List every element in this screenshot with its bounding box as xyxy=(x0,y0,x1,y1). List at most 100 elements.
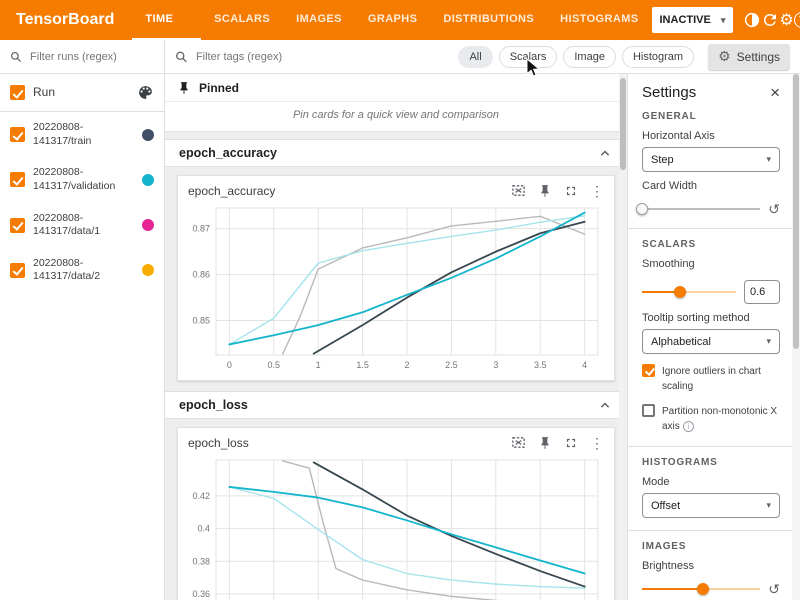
app-header: TensorBoard TIME SERIES SCALARS IMAGES G… xyxy=(0,0,800,40)
filter-tags-box xyxy=(175,50,452,64)
main-region: All Scalars Image Histogram ⚙ Settings P… xyxy=(165,40,800,600)
general-heading: GENERAL xyxy=(642,111,780,122)
help-icon[interactable]: ? xyxy=(794,6,800,34)
svg-text:3: 3 xyxy=(493,360,498,370)
run-label: 20220808-141317/data/1 xyxy=(33,212,134,239)
tab-distributions[interactable]: DISTRIBUTIONS xyxy=(430,0,547,40)
chip-image[interactable]: Image xyxy=(563,46,616,68)
more-menu-icon[interactable]: ⋮ xyxy=(590,184,604,198)
run-checkbox[interactable] xyxy=(10,127,25,142)
brightness-slider[interactable] xyxy=(642,582,760,596)
cards-scrollbar[interactable] xyxy=(619,74,627,600)
pin-card-icon[interactable] xyxy=(538,184,552,198)
pinned-header: Pinned xyxy=(165,74,627,102)
chip-histogram[interactable]: Histogram xyxy=(622,46,694,68)
partition-x-axis-checkbox[interactable] xyxy=(642,404,655,417)
theme-toggle-icon[interactable] xyxy=(743,6,761,34)
section-header-epoch-loss[interactable]: epoch_loss xyxy=(165,391,627,419)
search-icon xyxy=(10,50,22,64)
status-dropdown[interactable]: INACTIVE ▾ xyxy=(652,7,734,33)
tab-time-series[interactable]: TIME SERIES xyxy=(132,0,201,40)
horizontal-axis-label: Horizontal Axis xyxy=(642,130,780,142)
pinned-hint: Pin cards for a quick view and compariso… xyxy=(165,102,627,131)
filter-tags-input[interactable] xyxy=(196,51,453,63)
section-header-epoch-accuracy[interactable]: epoch_accuracy xyxy=(165,139,627,167)
slider-knob[interactable] xyxy=(674,286,686,298)
more-menu-icon[interactable]: ⋮ xyxy=(590,436,604,450)
section-body-epoch-loss: epoch_loss ⋮ 00.511.522.533.540.360.380.… xyxy=(165,419,627,600)
chevron-up-icon[interactable] xyxy=(597,397,613,413)
run-checkbox[interactable] xyxy=(10,218,25,233)
histograms-heading: HISTOGRAMS xyxy=(642,457,780,468)
fit-domain-icon[interactable] xyxy=(511,435,526,450)
close-icon[interactable]: × xyxy=(770,84,780,101)
epoch-accuracy-chart[interactable]: 00.511.522.533.540.850.860.87 xyxy=(178,200,610,375)
chevron-down-icon: ▾ xyxy=(766,154,771,165)
svg-text:2: 2 xyxy=(404,360,409,370)
smoothing-value-input[interactable] xyxy=(744,280,780,304)
run-row-train: 20220808-141317/train xyxy=(0,112,164,157)
horizontal-axis-select[interactable]: Step ▾ xyxy=(642,147,780,172)
ignore-outliers-checkbox[interactable] xyxy=(642,364,655,377)
run-color-dot xyxy=(142,129,154,141)
run-checkbox[interactable] xyxy=(10,263,25,278)
runs-header-label: Run xyxy=(33,85,129,101)
tooltip-sorting-select[interactable]: Alphabetical ▾ xyxy=(642,329,780,354)
settings-title: Settings xyxy=(642,84,770,101)
palette-icon[interactable] xyxy=(137,84,154,101)
svg-text:4: 4 xyxy=(582,360,587,370)
tab-images[interactable]: IMAGES xyxy=(283,0,355,40)
fit-domain-icon[interactable] xyxy=(511,183,526,198)
chip-all[interactable]: All xyxy=(458,46,492,68)
fullscreen-icon[interactable] xyxy=(564,436,578,450)
scrollbar-thumb[interactable] xyxy=(620,78,626,170)
pin-card-icon[interactable] xyxy=(538,436,552,450)
info-icon[interactable]: i xyxy=(683,421,694,432)
card-width-slider[interactable] xyxy=(642,202,760,216)
chevron-up-icon[interactable] xyxy=(597,145,613,161)
filter-runs-box xyxy=(0,40,164,74)
mouse-cursor xyxy=(526,58,540,78)
reset-icon[interactable]: ↺ xyxy=(768,202,780,216)
refresh-icon[interactable] xyxy=(761,6,779,34)
slider-knob[interactable] xyxy=(636,203,648,215)
run-label: 20220808-141317/data/2 xyxy=(33,257,134,284)
runs-header-row: Run xyxy=(0,74,164,111)
settings-scrollbar[interactable] xyxy=(792,74,800,600)
chart-card-epoch-loss: epoch_loss ⋮ 00.511.522.533.540.360.380.… xyxy=(177,427,615,600)
run-color-dot xyxy=(142,174,154,186)
epoch-loss-chart[interactable]: 00.511.522.533.540.360.380.40.42 xyxy=(178,452,610,600)
run-checkbox[interactable] xyxy=(10,172,25,187)
select-all-runs-checkbox[interactable] xyxy=(10,85,25,100)
filter-runs-input[interactable] xyxy=(30,51,154,63)
tab-histograms[interactable]: HISTOGRAMS xyxy=(547,0,651,40)
partition-x-axis-label: Partition non-monotonic X axis xyxy=(662,406,777,432)
run-row-validation: 20220808-141317/validation xyxy=(0,157,164,202)
smoothing-slider[interactable] xyxy=(642,285,736,299)
tab-graphs[interactable]: GRAPHS xyxy=(355,0,430,40)
tab-scalars[interactable]: SCALARS xyxy=(201,0,283,40)
chip-scalars[interactable]: Scalars xyxy=(499,46,558,68)
reset-icon[interactable]: ↺ xyxy=(768,582,780,596)
scalars-heading: SCALARS xyxy=(642,239,780,250)
slider-knob[interactable] xyxy=(697,583,709,595)
svg-text:0.5: 0.5 xyxy=(267,360,280,370)
status-dropdown-value: INACTIVE xyxy=(660,14,711,26)
smoothing-row xyxy=(642,280,780,304)
histogram-mode-select[interactable]: Offset ▾ xyxy=(642,493,780,518)
pin-icon xyxy=(177,81,191,95)
chevron-down-icon: ▾ xyxy=(766,336,771,347)
tags-toolbar: All Scalars Image Histogram ⚙ Settings xyxy=(165,40,800,74)
settings-button[interactable]: ⚙ Settings xyxy=(708,44,790,70)
scrollbar-thumb[interactable] xyxy=(793,74,799,349)
fullscreen-icon[interactable] xyxy=(564,184,578,198)
settings-gear-icon[interactable]: ⚙ xyxy=(779,6,793,34)
svg-text:1: 1 xyxy=(316,360,321,370)
horizontal-axis-value: Step xyxy=(651,154,766,166)
svg-text:0.86: 0.86 xyxy=(192,270,210,280)
pinned-title: Pinned xyxy=(199,81,239,95)
cards-column: Pinned Pin cards for a quick view and co… xyxy=(165,74,627,600)
app-title[interactable]: TensorBoard xyxy=(0,0,132,40)
ignore-outliers-row: Ignore outliers in chart scaling xyxy=(642,364,780,394)
pinned-panel: Pinned Pin cards for a quick view and co… xyxy=(165,74,627,132)
